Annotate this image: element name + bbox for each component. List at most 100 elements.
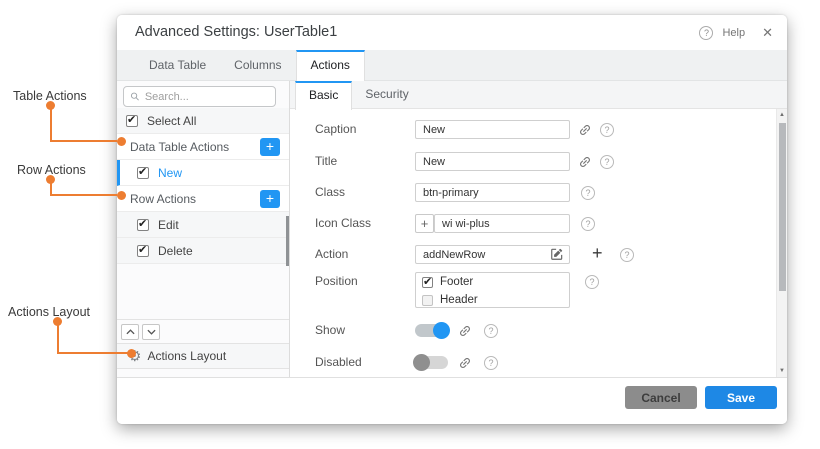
link-icon[interactable] [458,356,472,375]
search-icon [130,91,140,102]
tree-item-new[interactable]: New [117,160,289,186]
move-up-button[interactable] [121,324,139,340]
help-icon[interactable] [581,186,595,200]
icon-picker-button[interactable] [415,214,434,233]
tree-item-delete[interactable]: Delete [117,238,289,264]
cancel-button[interactable]: Cancel [625,386,697,409]
annotation-line [50,106,52,142]
annotation-line [57,322,59,354]
tree-group-data-table-actions[interactable]: Data Table Actions [117,134,289,160]
field-row-action: Action [290,245,787,265]
position-options: Footer Header [415,272,570,308]
annotation-dot [46,175,55,184]
position-label: Position [315,272,358,291]
help-icon[interactable] [699,26,713,40]
icon-class-input[interactable] [434,214,570,233]
add-action-button[interactable] [592,243,603,264]
class-input[interactable] [415,183,570,202]
field-row-show: Show [290,321,787,341]
search-input[interactable] [145,91,269,103]
help-icon[interactable] [600,123,614,137]
class-label: Class [315,183,345,202]
left-panel-scrollbar[interactable] [286,216,289,266]
settings-tabstrip: Basic Security [290,81,787,109]
scrollbar-thumb[interactable] [779,123,786,291]
toggle-knob [413,354,430,371]
tree-item-edit[interactable]: Edit [117,212,289,238]
checkbox-footer[interactable] [422,277,433,288]
tree-item-label: Edit [158,218,179,232]
tree-item-label: Delete [158,244,193,258]
annotation-dot [117,137,126,146]
save-button[interactable]: Save [705,386,777,409]
tree-group-row-actions[interactable]: Row Actions [117,186,289,212]
checkbox-new[interactable] [137,167,149,179]
help-icon[interactable] [600,155,614,169]
tab-actions[interactable]: Actions [296,50,365,81]
tree-group-label: Row Actions [130,192,196,206]
help-icon[interactable] [484,356,498,370]
annotation-dot [127,349,136,358]
field-row-icon-class: Icon Class [290,214,787,234]
annotation-line [58,352,128,354]
actions-tree: Select All Data Table Actions New Row Ac… [117,108,289,264]
edit-action-icon[interactable] [550,247,564,266]
disabled-toggle[interactable] [415,356,448,369]
action-label: Action [315,245,348,264]
actions-layout-item[interactable]: Actions Layout [117,343,289,369]
tab-data-table[interactable]: Data Table [135,50,220,80]
checkbox-edit[interactable] [137,219,149,231]
disabled-label: Disabled [315,353,362,372]
position-option-label: Footer [440,276,473,288]
tree-item-select-all[interactable]: Select All [117,108,289,134]
annotation-dot [117,191,126,200]
help-label[interactable]: Help [722,27,745,39]
scroll-down-icon[interactable]: ▼ [777,368,787,374]
main-tabstrip: Data Table Columns Actions [117,50,787,81]
checkbox-delete[interactable] [137,245,149,257]
link-icon[interactable] [578,155,592,174]
chevron-down-icon [147,329,156,335]
help-icon[interactable] [484,324,498,338]
checkbox-select-all[interactable] [126,115,138,127]
scroll-up-icon[interactable]: ▲ [777,112,787,118]
position-option-footer[interactable]: Footer [416,273,569,291]
icon-class-label: Icon Class [315,214,371,233]
help-icon[interactable] [620,248,634,262]
right-panel-scrollbar[interactable]: ▲ ▼ [776,109,787,377]
annotation-dot [53,317,62,326]
position-option-label: Header [440,294,478,306]
action-input[interactable] [415,245,570,264]
annotation-dot [46,101,55,110]
annotation-line [51,140,117,142]
caption-input[interactable] [415,120,570,139]
link-icon[interactable] [578,123,592,142]
tab-security[interactable]: Security [352,81,421,108]
show-toggle[interactable] [415,324,448,337]
add-table-action-button[interactable] [260,138,280,156]
dialog-footer: Cancel Save [117,377,787,424]
field-row-position: Position Footer Header [290,272,787,310]
dialog-header-actions: Help [699,15,773,50]
add-row-action-button[interactable] [260,190,280,208]
toggle-knob [433,322,450,339]
tab-basic[interactable]: Basic [295,81,352,110]
help-icon[interactable] [581,217,595,231]
field-row-title: Title [290,152,787,172]
position-option-header[interactable]: Header [416,291,569,309]
advanced-settings-dialog: Advanced Settings: UserTable1 Help Data … [117,15,787,424]
link-icon[interactable] [458,324,472,343]
chevron-up-icon [126,329,135,335]
checkbox-header[interactable] [422,295,433,306]
help-icon[interactable] [585,275,599,289]
close-icon[interactable] [762,25,773,41]
tree-item-label: New [158,166,182,180]
tab-columns[interactable]: Columns [220,50,295,80]
actions-tree-panel: Select All Data Table Actions New Row Ac… [117,81,290,377]
title-input[interactable] [415,152,570,171]
move-down-button[interactable] [142,324,160,340]
field-row-disabled: Disabled [290,353,787,373]
dialog-header: Advanced Settings: UserTable1 Help [117,15,787,50]
annotation-line [51,194,117,196]
search-box[interactable] [123,86,276,107]
